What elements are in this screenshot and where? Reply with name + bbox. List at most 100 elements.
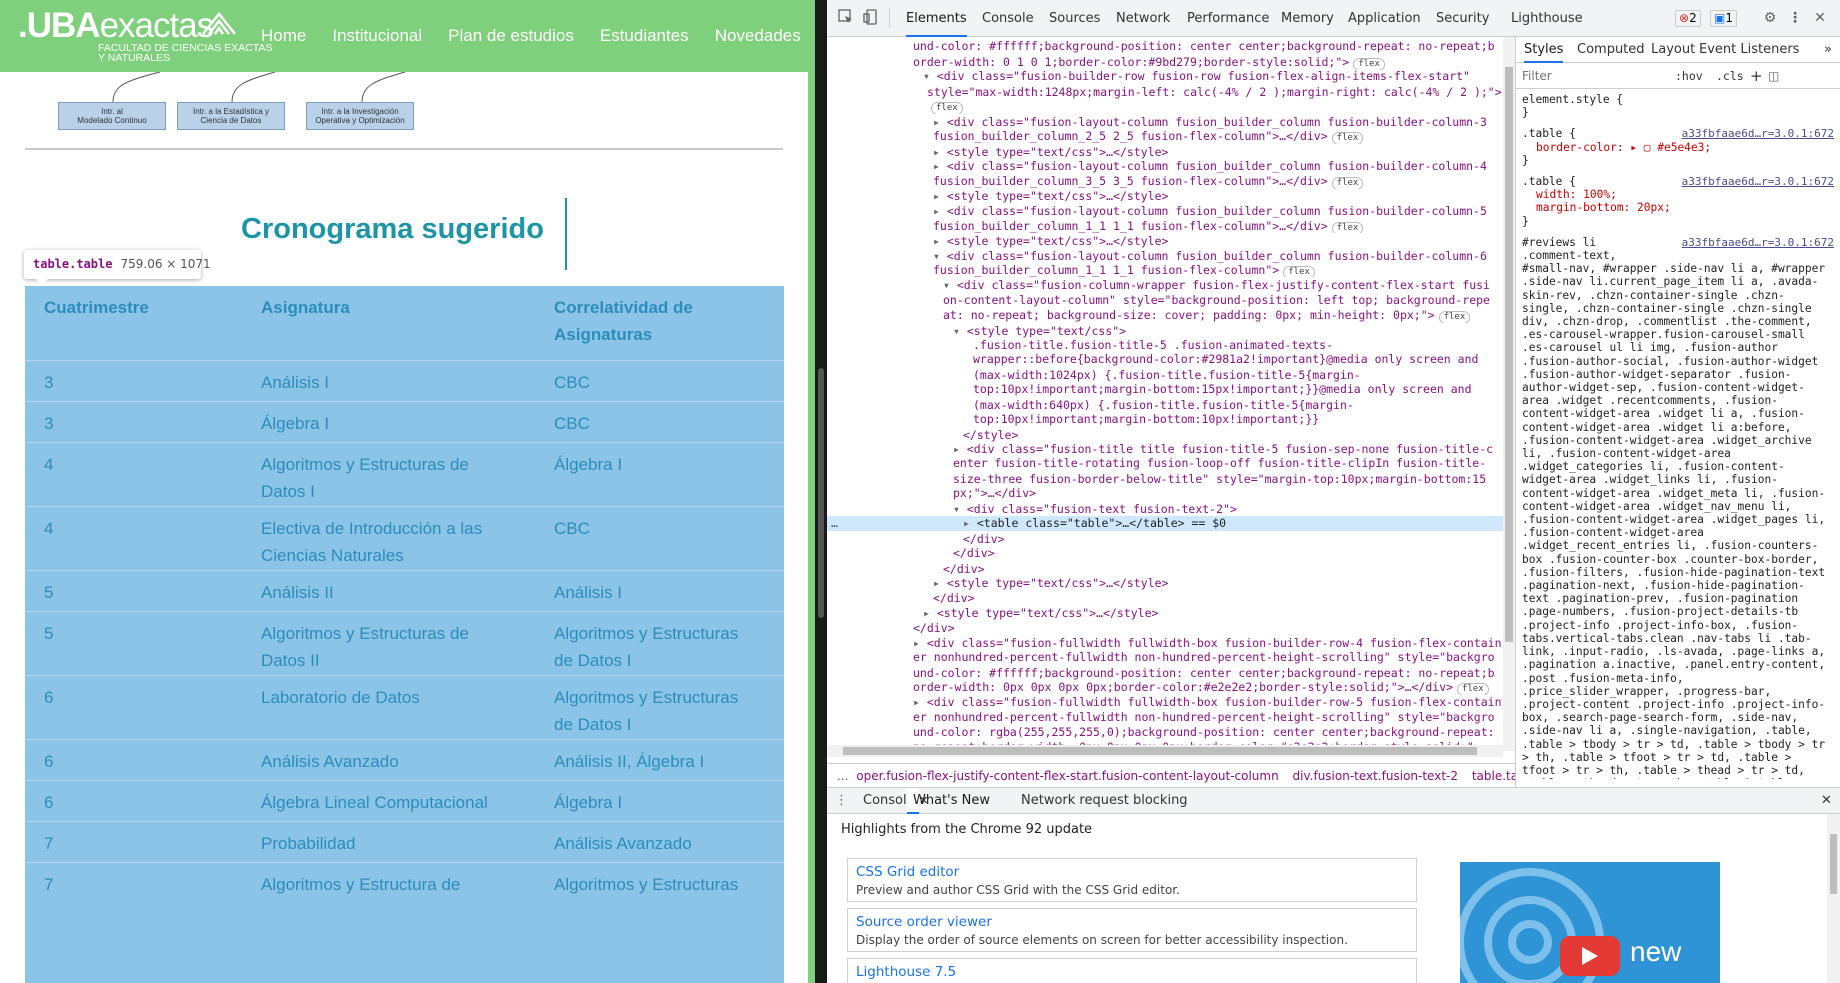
close-tab-icon[interactable]: ✕ bbox=[919, 788, 928, 814]
subtab-event-listeners[interactable]: Event Listeners bbox=[1699, 37, 1799, 63]
dom-node-line[interactable]: </div> bbox=[827, 591, 1507, 606]
breadcrumb-column-wrapper[interactable]: oper.fusion-flex-justify-content-flex-st… bbox=[856, 769, 1278, 783]
close-devtools-icon[interactable]: ✕ bbox=[1811, 9, 1829, 27]
feature-card[interactable]: CSS Grid editor Preview and author CSS G… bbox=[847, 858, 1417, 902]
devtools-splitter[interactable] bbox=[815, 0, 827, 983]
message-count-badge[interactable]: ▣1 bbox=[1710, 10, 1737, 27]
dom-node-line[interactable]: </div> bbox=[827, 562, 1507, 577]
styles-filter-input[interactable] bbox=[1522, 67, 1662, 85]
dom-node-line[interactable]: style="max-width:1248px;margin-left: cal… bbox=[827, 85, 1507, 100]
dom-node-line[interactable]: ▾ <div class="fusion-text fusion-text-2"… bbox=[827, 502, 1507, 517]
class-toggle[interactable]: .cls bbox=[1716, 63, 1744, 89]
dom-node-line[interactable]: </div> bbox=[827, 532, 1507, 547]
drawer-tab-network-blocking[interactable]: Network request blocking bbox=[1021, 788, 1188, 814]
dom-node-line[interactable]: fusion_builder_column_1_1 1_1 fusion-fle… bbox=[827, 219, 1507, 234]
tab-console[interactable]: Console bbox=[982, 0, 1034, 37]
tab-sources[interactable]: Sources bbox=[1049, 0, 1100, 37]
nav-plan-de-estudios[interactable]: Plan de estudios bbox=[448, 26, 574, 46]
dom-node-line[interactable]: ▾ <div class="fusion-builder-row fusion-… bbox=[827, 69, 1507, 84]
tab-security[interactable]: Security bbox=[1436, 0, 1489, 37]
device-toolbar-icon[interactable] bbox=[862, 9, 880, 27]
dom-node-line[interactable]: ▸ <style type="text/css">…</style> bbox=[827, 145, 1507, 160]
dom-node-line[interactable]: top:10px!important;margin-bottom:15px!im… bbox=[827, 382, 1507, 397]
dom-node-line[interactable]: </div> bbox=[827, 621, 1507, 636]
dom-node-line[interactable]: ▸ <style type="text/css">…</style> bbox=[827, 576, 1507, 591]
dom-node-line[interactable]: order-width: 0 1 0 1;border-color:#9bd27… bbox=[827, 55, 1507, 70]
style-rule-long-selector[interactable]: a33fbfaae6d…r=3.0.1:672 #reviews li .comme… bbox=[1522, 236, 1834, 779]
hover-state-toggle[interactable]: :hov bbox=[1675, 63, 1703, 89]
style-rule[interactable]: .table {a33fbfaae6d…r=3.0.1:672 width: 10… bbox=[1522, 175, 1834, 228]
dom-vertical-scrollbar[interactable] bbox=[1503, 37, 1515, 751]
tab-memory[interactable]: Memory bbox=[1281, 0, 1334, 37]
nav-home[interactable]: Home bbox=[261, 26, 306, 46]
more-options-icon[interactable]: ⋮ bbox=[1786, 9, 1804, 27]
feature-title[interactable]: Lighthouse 7.5 bbox=[856, 964, 956, 980]
style-declaration[interactable]: width: 100%; bbox=[1522, 188, 1834, 201]
subtab-more[interactable]: » bbox=[1824, 37, 1832, 63]
inspect-element-icon[interactable] bbox=[837, 9, 855, 27]
nav-novedades[interactable]: Novedades bbox=[715, 26, 801, 46]
whats-new-promo-video[interactable]: new bbox=[1460, 862, 1720, 983]
dom-node-line[interactable]: ▾ <div class="fusion-layout-column fusio… bbox=[827, 249, 1507, 264]
scrollbar-thumb[interactable] bbox=[843, 747, 1477, 755]
splitter-grip[interactable] bbox=[818, 368, 824, 618]
dom-node-line[interactable]: order-width: 0px 0px 0px 0px;border-colo… bbox=[827, 680, 1507, 695]
feature-title[interactable]: CSS Grid editor bbox=[856, 864, 959, 880]
drawer-scrollbar[interactable] bbox=[1827, 814, 1840, 983]
dom-node-line[interactable]: px;">…</div> bbox=[827, 486, 1507, 501]
dom-node-line[interactable]: und-color: #ffffff;background-position: … bbox=[827, 666, 1507, 681]
new-rule-icon[interactable]: + bbox=[1750, 63, 1763, 89]
rule-source-link[interactable]: a33fbfaae6d…r=3.0.1:672 bbox=[1682, 175, 1834, 188]
dom-node-line[interactable]: enter fusion-title-rotating fusion-loop-… bbox=[827, 456, 1507, 471]
dom-node-line[interactable]: er nonhundred-percent-fullwidth non-hund… bbox=[827, 710, 1507, 725]
dom-node-line[interactable]: flex bbox=[827, 99, 1507, 114]
dom-horizontal-scrollbar[interactable] bbox=[827, 745, 1503, 757]
style-rule[interactable]: .table {a33fbfaae6d…r=3.0.1:672 border-co… bbox=[1522, 127, 1834, 167]
dom-node-line[interactable]: ▸ <div class="fusion-layout-column fusio… bbox=[827, 204, 1507, 219]
dom-node-line[interactable]: ▸ <div class="fusion-layout-column fusio… bbox=[827, 159, 1507, 174]
style-rule[interactable]: element.style {} bbox=[1522, 93, 1834, 119]
dom-node-line[interactable]: ▸ <style type="text/css">…</style> bbox=[827, 606, 1507, 621]
youtube-play-icon[interactable] bbox=[1560, 936, 1620, 976]
subtab-layout[interactable]: Layout bbox=[1651, 37, 1695, 63]
dom-node-line[interactable]: (max-width:1024px) {.fusion-title.fusion… bbox=[827, 368, 1507, 383]
dom-node-line[interactable]: ▾ <style type="text/css"> bbox=[827, 324, 1507, 339]
feature-title[interactable]: Source order viewer bbox=[856, 914, 992, 930]
close-drawer-icon[interactable]: ✕ bbox=[1821, 788, 1832, 814]
dom-node-line[interactable]: fusion_builder_column_1_1 1_1 fusion-fle… bbox=[827, 263, 1507, 278]
dom-node-line[interactable]: ▾ <div class="fusion-column-wrapper fusi… bbox=[827, 278, 1507, 293]
settings-gear-icon[interactable]: ⚙ bbox=[1761, 9, 1779, 27]
tab-performance[interactable]: Performance bbox=[1187, 0, 1269, 37]
dom-node-line[interactable]: und-color: #ffffff;background-position: … bbox=[827, 39, 1507, 54]
dom-node-line[interactable]: </div> bbox=[827, 546, 1507, 561]
tab-application[interactable]: Application bbox=[1348, 0, 1421, 37]
rule-source-link[interactable]: a33fbfaae6d…r=3.0.1:672 bbox=[1682, 127, 1834, 140]
toggle-sidebar-icon[interactable]: ◫ bbox=[1768, 63, 1779, 89]
nav-estudiantes[interactable]: Estudiantes bbox=[600, 26, 689, 46]
dom-node-line[interactable]: fusion_builder_column_2_5 2_5 fusion-fle… bbox=[827, 129, 1507, 144]
dom-node-line[interactable]: er nonhundred-percent-fullwidth non-hund… bbox=[827, 650, 1507, 665]
scrollbar-thumb[interactable] bbox=[1830, 834, 1837, 894]
dom-node-line[interactable]: fusion_builder_column_3_5 3_5 fusion-fle… bbox=[827, 174, 1507, 190]
subtab-styles[interactable]: Styles bbox=[1524, 37, 1564, 63]
feature-card[interactable]: Lighthouse 7.5 bbox=[847, 958, 1417, 983]
style-declaration[interactable]: border-color: ▸ ▢ #e5e4e3; bbox=[1522, 141, 1834, 154]
tab-network[interactable]: Network bbox=[1116, 0, 1170, 37]
breadcrumb-table[interactable]: table.table bbox=[1472, 769, 1515, 783]
dom-node-selected[interactable]: … ▸ <table class="table">…</table> == $0 bbox=[827, 516, 1507, 531]
dom-node-line[interactable]: (max-width:640px) {.fusion-title.fusion-… bbox=[827, 398, 1507, 413]
error-count-badge[interactable]: ⊗2 bbox=[1675, 10, 1701, 27]
dom-node-line[interactable]: on-content-layout-column" style="backgro… bbox=[827, 293, 1507, 308]
scrollbar-thumb[interactable] bbox=[1505, 67, 1513, 642]
dom-node-line[interactable]: size-three fusion-border-below-title" st… bbox=[827, 472, 1507, 487]
tab-elements[interactable]: Elements bbox=[906, 0, 967, 37]
site-logo[interactable]: .UBAexactas FACULTAD DE CIENCIAS EXACTAS… bbox=[18, 8, 272, 68]
breadcrumb-more[interactable]: ... bbox=[837, 769, 848, 783]
nav-institucional[interactable]: Institucional bbox=[332, 26, 422, 46]
subtab-computed[interactable]: Computed bbox=[1577, 37, 1645, 63]
rule-source-link[interactable]: a33fbfaae6d…r=3.0.1:672 bbox=[1682, 236, 1834, 249]
style-declaration[interactable]: margin-bottom: 20px; bbox=[1522, 201, 1834, 214]
drawer-tab-whats-new[interactable]: What's New ✕ bbox=[907, 788, 990, 814]
dom-node-line[interactable]: ▸ <style type="text/css">…</style> bbox=[827, 234, 1507, 249]
feature-card[interactable]: Source order viewer Display the order of… bbox=[847, 908, 1417, 952]
